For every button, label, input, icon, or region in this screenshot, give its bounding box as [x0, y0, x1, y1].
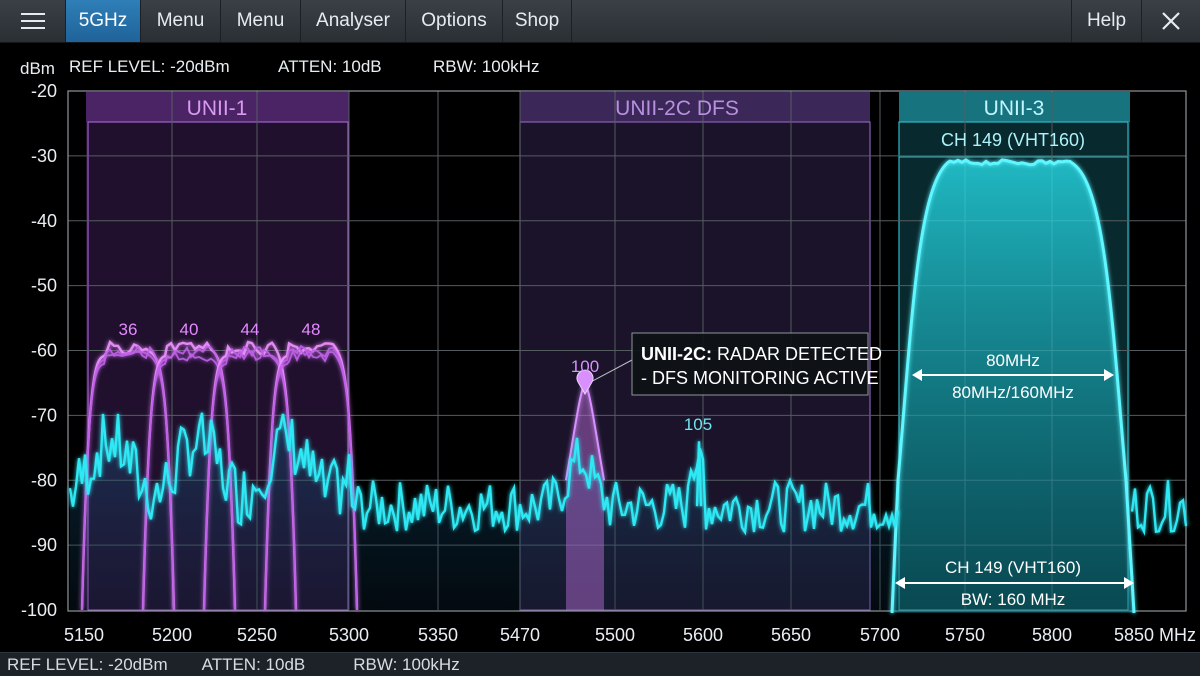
y-tick-label: -80	[31, 470, 57, 490]
y-tick-label: -40	[31, 211, 57, 231]
radar-callout-line1: UNII-2C: RADAR DETECTED	[641, 344, 882, 364]
bottom-bw-label: BW: 160 MHz	[961, 590, 1066, 609]
x-tick-label: 5650	[771, 625, 811, 645]
x-tick-label: 5750	[945, 625, 985, 645]
x-tick-label: 5850 MHz	[1114, 625, 1196, 645]
x-tick-label: 5470	[500, 625, 540, 645]
band-label-unii2c: UNII-2C DFS	[615, 97, 739, 120]
hamburger-icon	[20, 13, 45, 29]
info-rbw: RBW: 100kHz	[433, 57, 539, 76]
x-tick-label: 5800	[1032, 625, 1072, 645]
hamburger-menu-button[interactable]	[0, 0, 66, 42]
bottom-channel-label: CH 149 (VHT160)	[945, 558, 1081, 577]
x-tick-label: 5500	[595, 625, 635, 645]
x-tick-label: 5700	[860, 625, 900, 645]
x-tick-label: 5350	[418, 625, 458, 645]
channel-label-44: 44	[241, 320, 260, 339]
x-axis-ticks: 5150 5200 5250 5300 5350 5470 5500 5600 5650 5700…	[64, 625, 1196, 645]
footer-ref-level: REF LEVEL: -20dBm	[7, 654, 168, 674]
info-atten: ATTEN: 10dB	[278, 57, 382, 76]
x-tick-label: 5300	[329, 625, 369, 645]
bw-label-80-160mhz: 80MHz/160MHz	[952, 383, 1074, 402]
y-tick-label: -100	[21, 600, 57, 620]
x-tick-label: 5600	[683, 625, 723, 645]
menu-bar-spacer	[572, 0, 1072, 42]
channel-label-40: 40	[180, 320, 199, 339]
channel-label-105: 105	[684, 415, 712, 434]
radar-callout-line2: - DFS MONITORING ACTIVE	[641, 368, 879, 388]
y-tick-label: -60	[31, 341, 57, 361]
status-footer: REF LEVEL: -20dBm ATTEN: 10dB RBW: 100kH…	[0, 652, 1200, 676]
spectrum-chart: UNII-2C: RADAR DETECTED - DFS MONITORING…	[20, 57, 1196, 645]
band-label-unii3: UNII-3	[984, 97, 1045, 120]
close-button[interactable]	[1142, 0, 1200, 42]
menu-bar: 5GHz Menu Menu Analyser Options Shop Hel…	[0, 0, 1200, 43]
menu-button-1[interactable]: Menu	[141, 0, 221, 42]
info-ref-level: REF LEVEL: -20dBm	[69, 57, 230, 76]
bw-label-80mhz: 80MHz	[986, 351, 1040, 370]
analyser-menu-button[interactable]: Analyser	[301, 0, 406, 42]
footer-atten: ATTEN: 10dB	[201, 654, 306, 674]
y-tick-label: -90	[31, 535, 57, 555]
channel-label-100: 100	[571, 357, 599, 376]
close-icon	[1162, 12, 1180, 30]
band-label-unii1: UNII-1	[187, 97, 248, 120]
unii3-channel-label: CH 149 (VHT160)	[941, 130, 1085, 150]
y-unit-label: dBm	[20, 59, 55, 78]
tab-5ghz[interactable]: 5GHz	[66, 0, 141, 42]
y-tick-label: -30	[31, 146, 57, 166]
menu-button-2[interactable]: Menu	[221, 0, 301, 42]
x-tick-label: 5150	[64, 625, 104, 645]
y-axis-ticks: -20 -30 -40 -50 -60 -70 -80 -90 -100	[21, 81, 57, 620]
y-tick-label: -70	[31, 405, 57, 425]
footer-rbw: RBW: 100kHz	[353, 654, 460, 674]
shop-menu-button[interactable]: Shop	[503, 0, 572, 42]
channel-label-48: 48	[302, 320, 321, 339]
x-tick-label: 5200	[152, 625, 192, 645]
options-menu-button[interactable]: Options	[406, 0, 503, 42]
x-tick-label: 5250	[237, 625, 277, 645]
help-button[interactable]: Help	[1072, 0, 1142, 42]
channel-label-36: 36	[119, 320, 138, 339]
y-tick-label: -50	[31, 276, 57, 296]
y-tick-label: -20	[31, 81, 57, 101]
